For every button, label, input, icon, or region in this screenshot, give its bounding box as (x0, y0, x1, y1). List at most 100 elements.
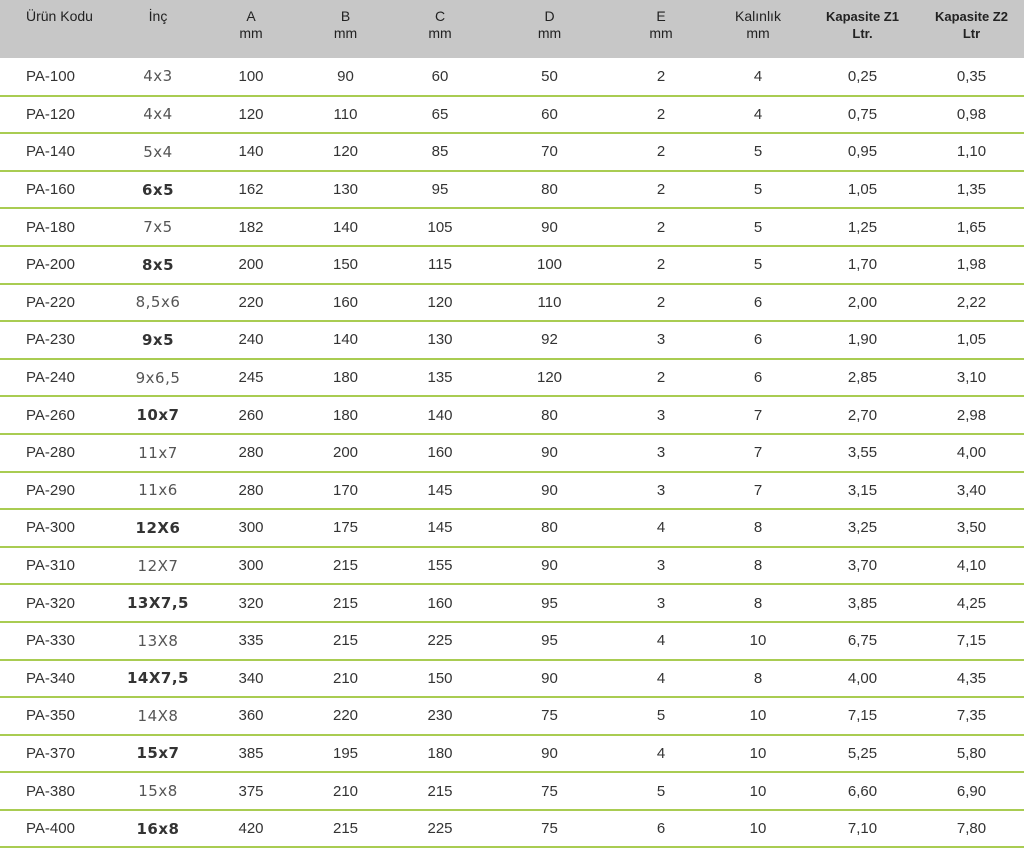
cell-capacity-z1: 1,90 (847, 331, 878, 349)
cell-e: 4 (656, 519, 666, 537)
cell-capacity-z2: 4,10 (956, 557, 987, 575)
cell-c: 160 (427, 594, 453, 612)
cell-e: 2 (656, 181, 666, 199)
cell-thickness: 8 (753, 669, 763, 687)
cell-capacity-z2: 0,98 (956, 105, 987, 123)
cell-c: 225 (427, 632, 453, 650)
cell-b: 130 (332, 181, 359, 199)
table-row: PA-160 6x5 162 130 95 80 2 5 1,05 1,35 (0, 171, 1024, 209)
cell-d: 95 (541, 632, 558, 650)
table-row: PA-220 8,5x6 220 160 120 110 2 6 2,00 2,22 (0, 284, 1024, 322)
cell-a: 375 (238, 782, 264, 800)
cell-inch: 7x5 (143, 218, 173, 237)
column-header-label: Kalınlık (735, 8, 781, 24)
cell-d: 75 (541, 782, 558, 800)
cell-capacity-z2: 2,22 (956, 293, 987, 311)
column-header-label: C (434, 8, 446, 24)
cell-capacity-z1: 3,55 (847, 444, 878, 462)
cell-capacity-z1: 1,70 (847, 256, 878, 274)
cell-product-code: PA-120 (26, 105, 75, 123)
table-header: Ürün Kodu İnç Amm Bmm Cmm Dmm Emm Kalınlık mm Kap… (0, 0, 1024, 58)
cell-d: 80 (541, 181, 558, 199)
cell-product-code: PA-180 (26, 218, 75, 236)
cell-inch: 11x7 (138, 443, 178, 462)
cell-d: 100 (536, 256, 563, 274)
cell-thickness: 5 (753, 218, 763, 236)
cell-product-code: PA-220 (26, 293, 75, 311)
cell-inch: 8x5 (141, 255, 175, 274)
column-header-label: İnç (148, 8, 168, 24)
cell-product-code: PA-320 (26, 594, 75, 612)
cell-capacity-z2: 4,35 (956, 669, 987, 687)
cell-a: 280 (238, 444, 264, 462)
column-header-unit: mm (428, 25, 452, 41)
cell-capacity-z1: 3,15 (847, 481, 878, 499)
column-header-label: Kapasite Z2 (935, 9, 1008, 24)
cell-inch: 4x3 (143, 67, 173, 86)
cell-product-code: PA-260 (26, 406, 75, 424)
cell-capacity-z2: 3,40 (956, 481, 987, 499)
cell-d: 92 (541, 331, 558, 349)
cell-e: 4 (656, 669, 666, 687)
cell-capacity-z1: 0,75 (847, 105, 878, 123)
cell-a: 200 (238, 256, 264, 274)
column-header-label: Kapasite Z1 (826, 9, 899, 24)
table-row: PA-200 8x5 200 150 115 100 2 5 1,70 1,98 (0, 246, 1024, 284)
column-header-label: Ürün Kodu (26, 8, 93, 24)
cell-thickness: 8 (753, 519, 763, 537)
cell-thickness: 6 (753, 331, 763, 349)
cell-thickness: 8 (753, 557, 763, 575)
cell-capacity-z2: 6,90 (956, 782, 987, 800)
cell-inch: 12X7 (137, 556, 179, 575)
cell-c: 120 (427, 293, 453, 311)
header-product-code: Ürün Kodu (0, 0, 112, 58)
header-b: Bmm (298, 0, 393, 58)
cell-capacity-z1: 7,15 (847, 707, 878, 725)
cell-a: 240 (238, 331, 264, 349)
table-row: PA-260 10x7 260 180 140 80 3 7 2,70 2,98 (0, 396, 1024, 434)
cell-inch: 10x7 (136, 406, 180, 425)
cell-capacity-z2: 1,65 (956, 218, 987, 236)
cell-b: 200 (332, 444, 359, 462)
cell-inch: 13X7,5 (126, 594, 189, 613)
cell-capacity-z2: 1,98 (956, 256, 987, 274)
cell-product-code: PA-300 (26, 519, 75, 537)
cell-c: 135 (427, 369, 453, 387)
table-row: PA-180 7x5 182 140 105 90 2 5 1,25 1,65 (0, 208, 1024, 246)
column-header-label: D (544, 8, 555, 24)
cell-c: 60 (431, 67, 449, 85)
table-row: PA-240 9x6,5 245 180 135 120 2 6 2,85 3,10 (0, 359, 1024, 397)
cell-capacity-z1: 6,75 (847, 632, 878, 650)
column-header-label: E (656, 8, 666, 24)
header-c: Cmm (393, 0, 487, 58)
cell-inch: 11x6 (138, 481, 178, 500)
cell-thickness: 10 (749, 632, 767, 650)
cell-inch: 15x7 (136, 744, 180, 763)
cell-d: 90 (541, 481, 558, 499)
cell-e: 5 (656, 707, 666, 725)
cell-a: 335 (238, 632, 264, 650)
cell-c: 155 (427, 557, 453, 575)
cell-e: 3 (656, 406, 666, 424)
cell-inch: 9x5 (141, 330, 175, 349)
column-header-unit: mm (537, 25, 562, 41)
cell-d: 95 (541, 594, 558, 612)
cell-capacity-z1: 2,00 (847, 293, 878, 311)
cell-thickness: 4 (753, 67, 763, 85)
column-header-unit: Ltr. (852, 26, 873, 41)
cell-thickness: 8 (753, 594, 763, 612)
header-a: Amm (204, 0, 298, 58)
cell-e: 4 (656, 744, 666, 762)
cell-capacity-z2: 7,15 (956, 632, 987, 650)
cell-product-code: PA-100 (26, 67, 75, 85)
cell-capacity-z2: 1,05 (956, 331, 987, 349)
table-row: PA-320 13X7,5 320 215 160 95 3 8 3,85 4,25 (0, 584, 1024, 622)
cell-d: 110 (537, 293, 562, 311)
cell-product-code: PA-230 (26, 331, 75, 349)
cell-c: 85 (431, 143, 449, 161)
table-row: PA-280 11x7 280 200 160 90 3 7 3,55 4,00 (0, 434, 1024, 472)
cell-b: 140 (332, 218, 359, 236)
cell-thickness: 6 (753, 293, 763, 311)
cell-capacity-z2: 3,50 (956, 519, 987, 537)
cell-b: 210 (332, 669, 359, 687)
